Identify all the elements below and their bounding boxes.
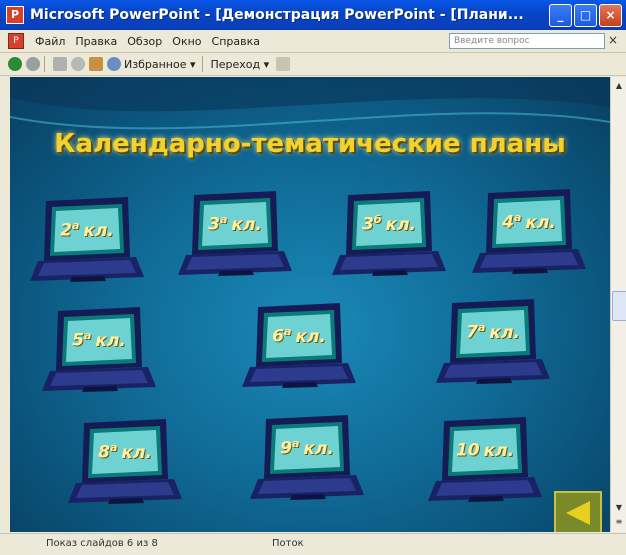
class-letter: б xyxy=(373,213,382,226)
scroll-down-icon[interactable]: ▼ xyxy=(612,501,626,515)
class-letter: а xyxy=(83,329,92,342)
document-icon: P xyxy=(8,33,24,49)
toolbar-separator xyxy=(44,56,45,72)
laptop-icon xyxy=(30,197,144,282)
laptop-link-8[interactable]: 8а кл. xyxy=(66,417,184,509)
class-number: 3 xyxy=(362,214,374,235)
class-suffix: кл. xyxy=(231,214,262,235)
class-letter: а xyxy=(291,437,300,450)
class-letter: а xyxy=(109,441,118,454)
class-suffix: кл. xyxy=(295,326,326,347)
search-icon[interactable] xyxy=(107,57,121,71)
window-title: Microsoft PowerPoint - [Демонстрация Pow… xyxy=(30,7,524,23)
class-number: 9 xyxy=(280,438,292,459)
class-letter: а xyxy=(477,321,486,334)
toolbar-separator xyxy=(202,56,204,72)
class-suffix: кл. xyxy=(95,330,126,351)
back-arrow-icon xyxy=(566,501,590,525)
laptop-link-7[interactable]: 7а кл. xyxy=(434,297,552,389)
menu-browse[interactable]: Обзор xyxy=(122,35,167,48)
close-document-button[interactable]: × xyxy=(608,33,618,47)
laptop-icon xyxy=(68,419,182,504)
laptop-icon xyxy=(242,303,356,388)
class-letter: а xyxy=(283,325,292,338)
status-bar: Показ слайдов 6 из 8 Поток xyxy=(0,533,626,555)
laptop-link-9[interactable]: 9а кл. xyxy=(248,413,366,505)
favorites-menu[interactable]: Избранное ▾ xyxy=(121,58,198,71)
class-number: 2 xyxy=(60,220,72,241)
class-suffix: кл. xyxy=(525,212,556,233)
class-suffix: кл. xyxy=(489,322,520,343)
laptop-icon xyxy=(250,415,364,500)
vertical-scrollbar[interactable]: ▲ ▼ ≡ xyxy=(610,77,626,532)
class-label: 4а кл. xyxy=(470,211,588,233)
class-suffix: кл. xyxy=(483,440,515,461)
slide-counter: Показ слайдов 6 из 8 xyxy=(46,538,158,549)
laptop-link-5[interactable]: 5а кл. xyxy=(40,305,158,397)
back-arrow-button[interactable] xyxy=(554,491,602,532)
laptop-icon xyxy=(428,417,542,502)
class-label: 8а кл. xyxy=(66,441,184,463)
laptop-icon xyxy=(332,191,446,276)
class-suffix: кл. xyxy=(121,442,152,463)
view-mode: Поток xyxy=(272,538,304,549)
class-letter: а xyxy=(513,211,522,224)
refresh-icon[interactable] xyxy=(71,57,85,71)
menu-bar: P Файл Правка Обзор Окно Справка Введите… xyxy=(0,30,626,53)
class-number: 8 xyxy=(98,442,110,463)
class-letter: а xyxy=(219,213,228,226)
home-icon[interactable] xyxy=(89,57,103,71)
title-bar: P Microsoft PowerPoint - [Демонстрация P… xyxy=(0,0,626,30)
scroll-thumb[interactable] xyxy=(612,291,626,321)
menu-window[interactable]: Окно xyxy=(167,35,206,48)
class-label: 3б кл. xyxy=(330,213,448,235)
scroll-page-icon[interactable]: ≡ xyxy=(612,515,626,529)
close-button[interactable]: × xyxy=(599,4,622,27)
class-number: 3 xyxy=(208,214,220,235)
powerpoint-icon: P xyxy=(6,6,24,24)
class-suffix: кл. xyxy=(83,220,114,241)
slide-title: Календарно-тематические планы xyxy=(54,129,566,159)
maximize-button[interactable]: □ xyxy=(574,4,597,27)
class-label: 7а кл. xyxy=(434,321,552,343)
laptop-link-2[interactable]: 3а кл. xyxy=(176,189,294,281)
web-toolbar: Избранное ▾ Переход ▾ xyxy=(0,53,626,76)
class-suffix: кл. xyxy=(385,214,416,235)
class-number: 10 xyxy=(455,440,480,461)
class-number: 7 xyxy=(466,322,478,343)
help-search-input[interactable]: Введите вопрос xyxy=(449,33,605,49)
slide-area: Календарно-тематические планы 2а кл. 3а кл.… xyxy=(10,77,610,532)
minimize-button[interactable]: _ xyxy=(549,4,572,27)
class-number: 4 xyxy=(502,212,514,233)
class-suffix: кл. xyxy=(303,438,334,459)
forward-icon[interactable] xyxy=(26,57,40,71)
class-label: 9а кл. xyxy=(248,437,366,459)
laptop-link-4[interactable]: 4а кл. xyxy=(470,187,588,279)
laptop-icon xyxy=(472,189,586,274)
class-label: 10 кл. xyxy=(426,439,544,461)
menu-edit[interactable]: Правка xyxy=(70,35,122,48)
class-number: 5 xyxy=(72,330,84,351)
class-label: 3а кл. xyxy=(176,213,294,235)
laptop-link-10[interactable]: 10 кл. xyxy=(426,415,544,507)
scroll-up-icon[interactable]: ▲ xyxy=(612,79,626,93)
class-label: 6а кл. xyxy=(240,325,358,347)
goto-menu[interactable]: Переход ▾ xyxy=(207,58,272,71)
laptop-icon xyxy=(178,191,292,276)
laptop-icon xyxy=(42,307,156,392)
laptop-icon xyxy=(436,299,550,384)
class-label: 5а кл. xyxy=(40,329,158,351)
class-letter: а xyxy=(71,219,80,232)
laptop-link-1[interactable]: 2а кл. xyxy=(28,195,146,287)
window-icon[interactable] xyxy=(276,57,291,71)
back-icon[interactable] xyxy=(8,57,22,71)
laptop-link-3[interactable]: 3б кл. xyxy=(330,189,448,281)
menu-file[interactable]: Файл xyxy=(30,35,70,48)
menu-help[interactable]: Справка xyxy=(207,35,265,48)
class-number: 6 xyxy=(272,326,284,347)
class-label: 2а кл. xyxy=(28,219,146,241)
laptop-link-6[interactable]: 6а кл. xyxy=(240,301,358,393)
stop-icon[interactable] xyxy=(53,57,67,71)
